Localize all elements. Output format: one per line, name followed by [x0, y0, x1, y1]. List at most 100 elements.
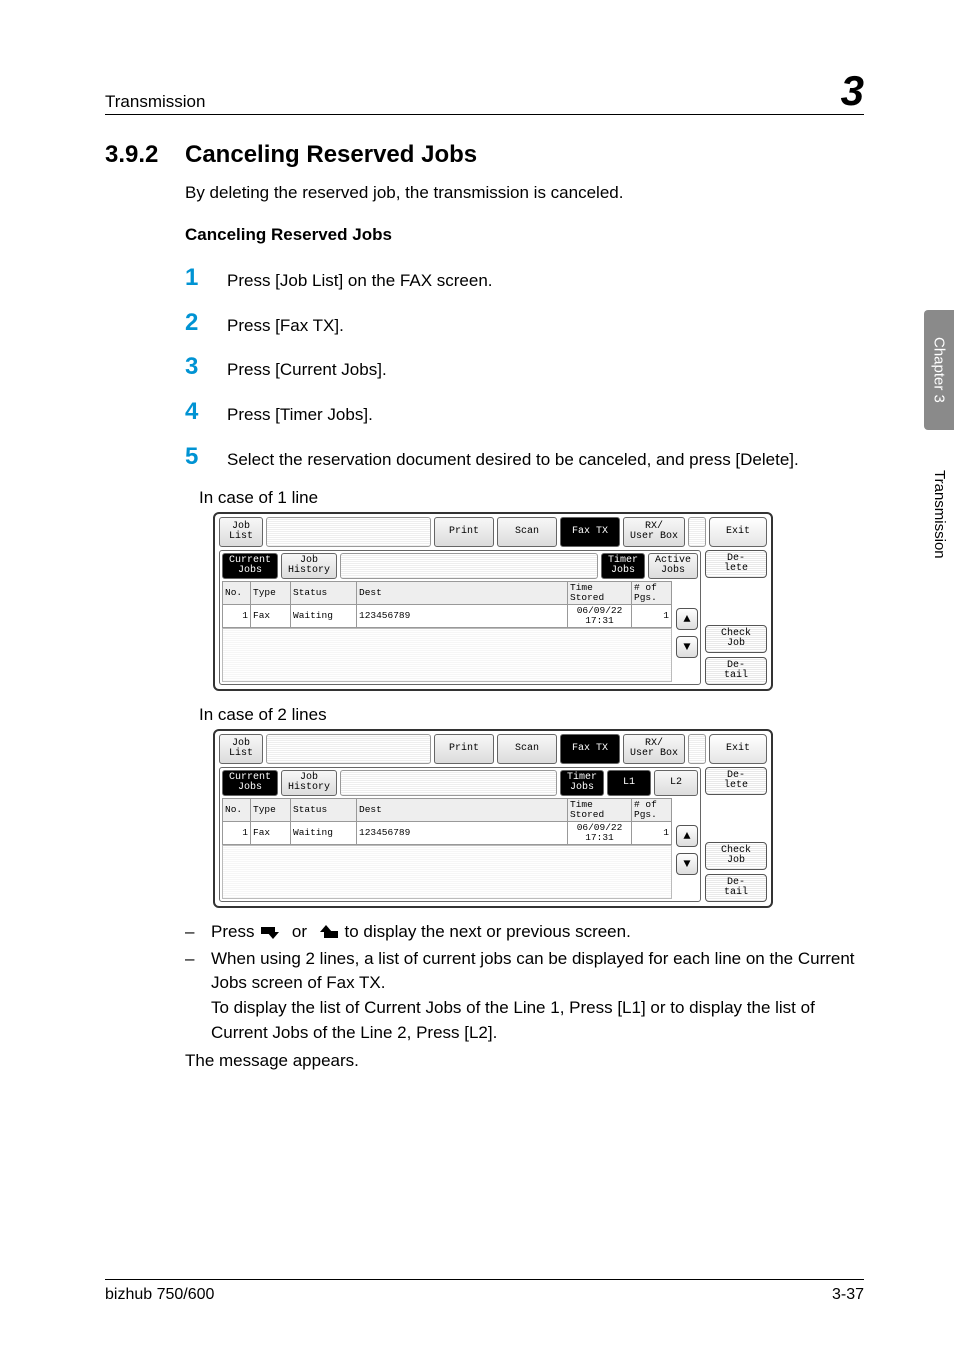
col-type: Type: [251, 582, 291, 605]
table-row[interactable]: 1 Fax Waiting 123456789 06/09/22 17:31 1: [223, 822, 672, 845]
tab-fax-tx[interactable]: Fax TX: [560, 734, 620, 764]
job-table: No. Type Status Dest Time Stored # of Pg…: [222, 798, 672, 845]
tab-job-history[interactable]: Job History: [281, 553, 337, 579]
step-5: 5 Select the reservation document desire…: [185, 444, 864, 473]
note-1b: or: [292, 922, 312, 941]
footer-right: 3-37: [832, 1286, 864, 1304]
tab-l2[interactable]: L2: [654, 770, 698, 796]
tab-timer-jobs[interactable]: Timer Jobs: [560, 770, 604, 796]
note-1c: to display the next or previous screen.: [345, 922, 631, 941]
section-number: 3.9.2: [105, 141, 185, 169]
step-text: Press [Job List] on the FAX screen.: [227, 265, 864, 294]
arrow-down-icon: [259, 924, 287, 940]
fax-screenshot-2lines: Job List Print Scan Fax TX RX/ User Box …: [213, 729, 773, 908]
col-dest: Dest: [357, 799, 568, 822]
cell-no: 1: [223, 822, 251, 845]
tab-scan[interactable]: Scan: [497, 734, 557, 764]
step-1: 1 Press [Job List] on the FAX screen.: [185, 265, 864, 294]
tab-rx-userbox[interactable]: RX/ User Box: [623, 517, 685, 547]
tab-current-jobs[interactable]: Current Jobs: [222, 553, 278, 579]
page-footer: bizhub 750/600 3-37: [105, 1279, 864, 1304]
tab-fax-tx[interactable]: Fax TX: [560, 517, 620, 547]
detail-button[interactable]: De- tail: [705, 657, 767, 685]
col-num-pages: # of Pgs.: [632, 582, 672, 605]
col-time-stored: Time Stored: [568, 582, 632, 605]
section-heading: 3.9.2 Canceling Reserved Jobs: [105, 141, 864, 169]
tab-spacer: [340, 770, 557, 796]
table-row[interactable]: 1 Fax Waiting 123456789 06/09/22 17:31 1: [223, 605, 672, 628]
caption-two-lines: In case of 2 lines: [199, 705, 864, 725]
col-no: No.: [223, 799, 251, 822]
header-right: 3: [841, 70, 864, 112]
dash: –: [185, 920, 199, 945]
step-number: 1: [185, 265, 227, 291]
empty-rows: [222, 845, 672, 899]
note-1: Press or to display the next or previous…: [211, 920, 864, 945]
tab-print[interactable]: Print: [434, 517, 494, 547]
check-job-button[interactable]: Check Job: [705, 625, 767, 653]
header-left: Transmission: [105, 92, 205, 112]
tab-spacer: [266, 517, 431, 547]
step-text: Press [Fax TX].: [227, 310, 864, 339]
detail-button[interactable]: De- tail: [705, 874, 767, 902]
cell-time: 06/09/22 17:31: [568, 822, 632, 845]
col-num-pages: # of Pgs.: [632, 799, 672, 822]
arrow-up-icon: [312, 924, 340, 940]
tab-spacer: [266, 734, 431, 764]
lead-paragraph: By deleting the reserved job, the transm…: [185, 183, 864, 203]
cell-dest: 123456789: [357, 822, 568, 845]
tab-rx-userbox[interactable]: RX/ User Box: [623, 734, 685, 764]
col-status: Status: [291, 582, 357, 605]
tab-job-history[interactable]: Job History: [281, 770, 337, 796]
section-title: Canceling Reserved Jobs: [185, 141, 477, 169]
step-3: 3 Press [Current Jobs].: [185, 354, 864, 383]
cell-status: Waiting: [291, 605, 357, 628]
tab-timer-jobs[interactable]: Timer Jobs: [601, 553, 645, 579]
note-msg: The message appears.: [185, 1049, 864, 1074]
scroll-up-button[interactable]: ▲: [676, 825, 698, 847]
cell-type: Fax: [251, 605, 291, 628]
cell-pgs: 1: [632, 822, 672, 845]
tab-job-list[interactable]: Job List: [219, 734, 263, 764]
delete-button[interactable]: De- lete: [705, 550, 767, 578]
tab-spacer: [688, 734, 706, 764]
cell-time: 06/09/22 17:31: [568, 605, 632, 628]
note-1a: Press: [211, 922, 259, 941]
col-dest: Dest: [357, 582, 568, 605]
sub-heading: Canceling Reserved Jobs: [185, 225, 864, 245]
exit-button[interactable]: Exit: [709, 517, 767, 547]
step-text: Press [Timer Jobs].: [227, 399, 864, 428]
job-table: No. Type Status Dest Time Stored # of Pg…: [222, 581, 672, 628]
cell-pgs: 1: [632, 605, 672, 628]
tab-job-list[interactable]: Job List: [219, 517, 263, 547]
check-job-button[interactable]: Check Job: [705, 842, 767, 870]
step-text: Select the reservation document desired …: [227, 444, 864, 473]
tab-spacer: [340, 553, 598, 579]
step-number: 4: [185, 399, 227, 425]
empty-rows: [222, 628, 672, 682]
cell-dest: 123456789: [357, 605, 568, 628]
col-no: No.: [223, 582, 251, 605]
step-2: 2 Press [Fax TX].: [185, 310, 864, 339]
scroll-down-button[interactable]: ▼: [676, 636, 698, 658]
tab-l1[interactable]: L1: [607, 770, 651, 796]
footer-left: bizhub 750/600: [105, 1286, 214, 1304]
scroll-down-button[interactable]: ▼: [676, 853, 698, 875]
step-number: 3: [185, 354, 227, 380]
caption-one-line: In case of 1 line: [199, 488, 864, 508]
cell-type: Fax: [251, 822, 291, 845]
delete-button[interactable]: De- lete: [705, 767, 767, 795]
col-type: Type: [251, 799, 291, 822]
exit-button[interactable]: Exit: [709, 734, 767, 764]
notes-block: – Press or to display the next or previo…: [185, 920, 864, 1074]
tab-active-jobs[interactable]: Active Jobs: [648, 553, 698, 579]
note-2: When using 2 lines, a list of current jo…: [211, 947, 864, 1046]
tab-current-jobs[interactable]: Current Jobs: [222, 770, 278, 796]
fax-screenshot-1line: Job List Print Scan Fax TX RX/ User Box …: [213, 512, 773, 691]
tab-scan[interactable]: Scan: [497, 517, 557, 547]
cell-status: Waiting: [291, 822, 357, 845]
page-header: Transmission 3: [105, 70, 864, 115]
tab-print[interactable]: Print: [434, 734, 494, 764]
tab-spacer: [688, 517, 706, 547]
scroll-up-button[interactable]: ▲: [676, 608, 698, 630]
